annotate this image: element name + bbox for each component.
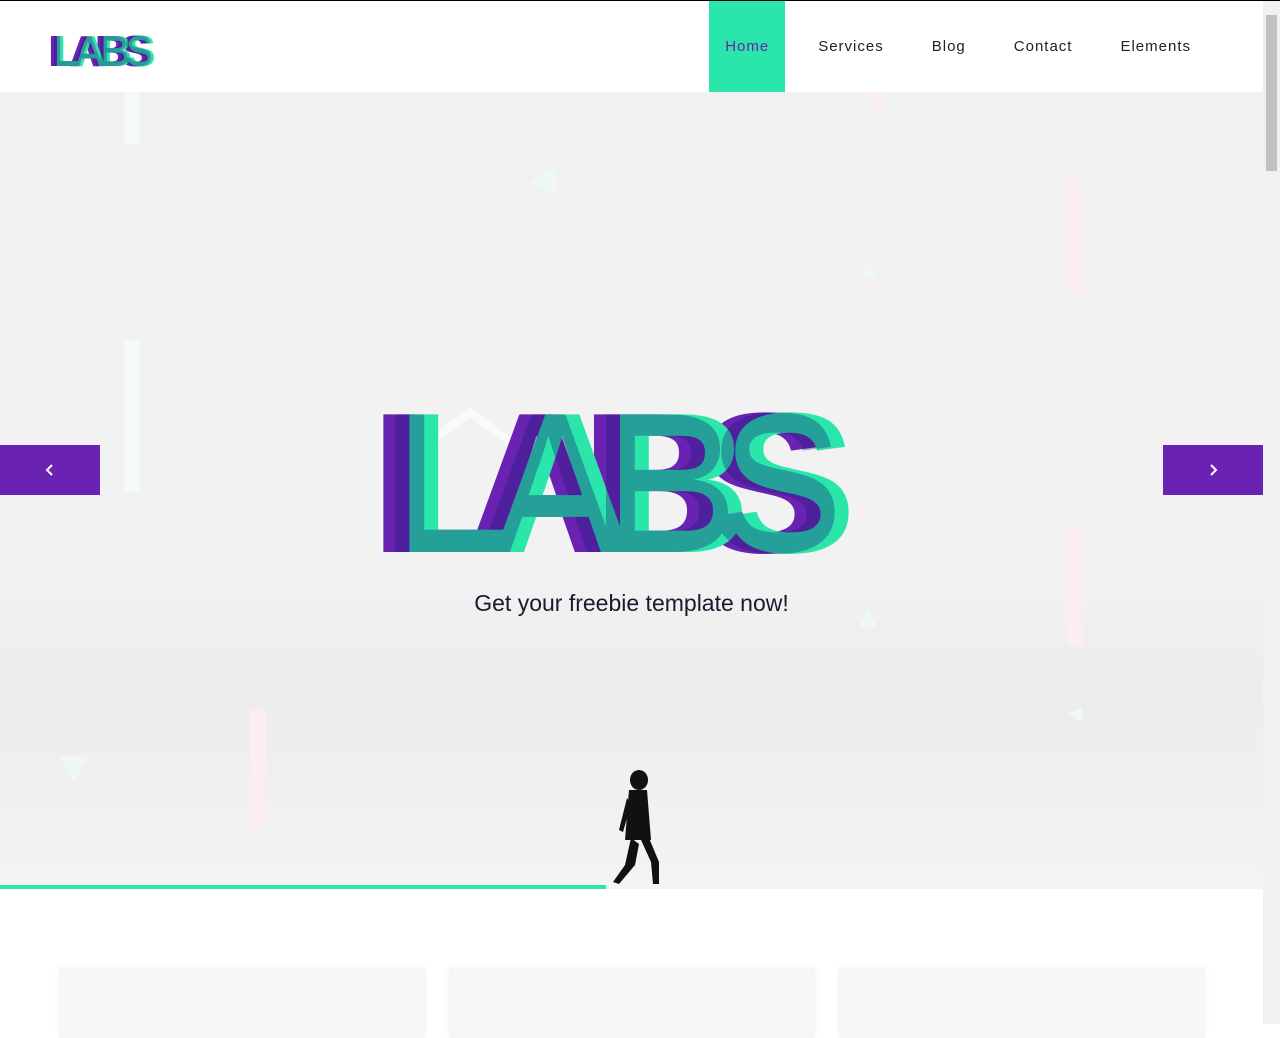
hero-logo: LABS LABS LABS xyxy=(370,392,900,562)
chevron-right-icon xyxy=(1210,464,1218,476)
nav-home[interactable]: Home xyxy=(709,1,786,92)
svg-text:LABS: LABS xyxy=(382,392,835,562)
feature-card xyxy=(449,968,815,1038)
feature-card xyxy=(839,968,1205,1038)
slider-prev-button[interactable] xyxy=(0,445,100,495)
logo-graphic: LABS LABS LABS xyxy=(48,27,160,70)
site-logo[interactable]: LABS LABS LABS xyxy=(48,26,166,70)
feature-card xyxy=(59,968,425,1038)
nav-services[interactable]: Services xyxy=(794,1,908,92)
nav-contact[interactable]: Contact xyxy=(990,1,1097,92)
slider-next-button[interactable] xyxy=(1163,445,1263,495)
hero-tagline: Get your freebie template now! xyxy=(474,590,789,616)
scrollbar-thumb[interactable] xyxy=(1266,15,1277,171)
hero-logo-graphic: LABS LABS LABS xyxy=(370,392,877,562)
nav-blog[interactable]: Blog xyxy=(908,1,990,92)
walking-person-image xyxy=(613,770,659,884)
svg-text:LABS: LABS xyxy=(51,27,151,70)
site-header: LABS LABS LABS Home Services Blog Contac… xyxy=(0,1,1263,92)
slider-progress-bar xyxy=(0,885,607,889)
main-nav: Home Services Blog Contact Elements xyxy=(709,1,1215,92)
chevron-left-icon xyxy=(45,464,53,476)
nav-elements[interactable]: Elements xyxy=(1096,1,1215,92)
page-scrollbar[interactable] xyxy=(1263,1,1280,1024)
hero-slider: LABS LABS LABS Get your freebie template… xyxy=(0,92,1263,889)
